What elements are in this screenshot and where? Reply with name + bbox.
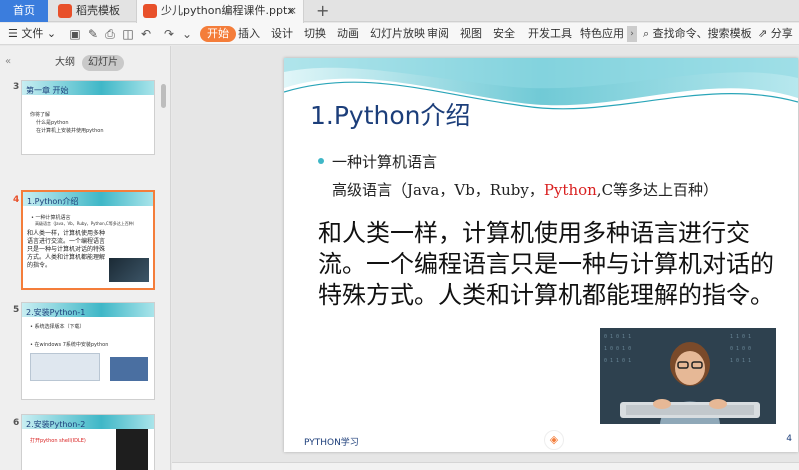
collapse-panel-icon[interactable]: «: [5, 56, 11, 67]
tab-review[interactable]: 审阅: [427, 23, 449, 45]
scrollbar-thumb[interactable]: [161, 84, 166, 108]
slide-number: 4: [13, 195, 20, 205]
tab-design[interactable]: 设计: [271, 23, 293, 45]
slide-body-text[interactable]: 和人类一样，计算机使用多种语言进行交流。一个编程语言只是一种与计算机对话的特殊方…: [318, 218, 778, 311]
tab-start[interactable]: 开始: [200, 26, 236, 42]
share-label: 分享: [770, 27, 793, 40]
tab-label: 稻壳模板: [76, 4, 120, 17]
sub-text-highlight: Python: [543, 181, 597, 199]
tab-insert[interactable]: 插入: [238, 23, 260, 45]
thumb-line: 你将了解: [30, 112, 51, 118]
tab-pptx-document[interactable]: 少儿python编程课件.pptx ×: [136, 0, 304, 23]
svg-text:1 0 0 1 0: 1 0 0 1 0: [604, 346, 631, 352]
tab-home[interactable]: 首页: [0, 0, 48, 22]
thumb-title: 第一章 开始: [26, 86, 69, 95]
ribbon-toolbar: ☰ 文件 ⌄ ▣ ✎ ⎙ ◫ ↶ ↷ ⌄ 开始 插入 设计 切换 动画 幻灯片放…: [0, 23, 799, 45]
add-tab-button[interactable]: +: [316, 0, 329, 22]
tab-developer[interactable]: 开发工具: [528, 23, 572, 45]
svg-text:0 1 0 0: 0 1 0 0: [730, 346, 751, 352]
bullet-text[interactable]: 一种计算机语言: [332, 151, 437, 172]
file-menu[interactable]: ☰ 文件 ⌄: [8, 23, 56, 45]
redo-icon[interactable]: ↷: [162, 27, 176, 41]
slide-page-number: 4: [786, 434, 792, 444]
daoke-logo-icon: [58, 4, 72, 18]
thumb-title: 2.安装Python-1: [26, 308, 86, 317]
slide-number: 3: [13, 82, 20, 92]
tab-bar: 首页 稻壳模板 少儿python编程课件.pptx × +: [0, 0, 799, 23]
print-icon[interactable]: ⎙: [103, 27, 117, 41]
thumb-line: 在计算机上安装并使用python: [36, 128, 104, 134]
tab-slideshow[interactable]: 幻灯片放映: [370, 23, 425, 45]
pptx-file-icon: [143, 4, 157, 18]
preview-icon[interactable]: ◫: [121, 27, 135, 41]
tab-label: 少儿python编程课件.pptx: [161, 4, 294, 17]
slide-number: 5: [13, 305, 20, 315]
undo-icon[interactable]: ↶: [139, 27, 153, 41]
search-label: 查找命令、搜索模板: [652, 27, 752, 40]
svg-text:1 0 1 1: 1 0 1 1: [730, 358, 751, 364]
sub-text-suffix: ,C等多达上百种）: [596, 181, 719, 199]
slide-title[interactable]: 1.Python介绍: [310, 96, 471, 132]
thumb-line: • 一种计算机语言: [31, 215, 71, 221]
format-painter-icon[interactable]: ✎: [86, 27, 100, 41]
tab-slides[interactable]: 幻灯片: [82, 55, 124, 71]
current-slide[interactable]: 1.Python介绍 一种计算机语言 高级语言（Java，Vb，Ruby，Pyt…: [284, 58, 798, 452]
svg-text:0 1 0 1 1: 0 1 0 1 1: [604, 334, 631, 340]
tab-outline[interactable]: 大纲: [55, 55, 75, 71]
svg-text:1 1 0 1: 1 1 0 1: [730, 334, 751, 340]
search-icon: ⌕: [643, 27, 650, 40]
tab-special-apps[interactable]: 特色应用: [580, 23, 624, 45]
boy-at-keyboard-photo[interactable]: 0 1 0 1 1 1 0 0 1 0 0 1 1 0 1 1 1 0 1 0 1 0…: [600, 328, 776, 424]
sub-text-prefix: 高级语言（Java，Vb，Ruby，: [332, 181, 544, 199]
thumb-line: 打开python shell(IDLE): [30, 438, 86, 444]
slide-thumbnail-6[interactable]: 2.安装Python-2 打开python shell(IDLE): [21, 414, 155, 470]
sub-text[interactable]: 高级语言（Java，Vb，Ruby，Python,C等多达上百种）: [332, 179, 718, 200]
tab-transitions[interactable]: 切换: [304, 23, 326, 45]
thumb-line: 高级语言（Java，Vb，Ruby，Python,C等多达上百种）: [35, 221, 137, 226]
thumb-line: • 在windows 7系统中安装python: [30, 342, 109, 348]
hamburger-icon: ☰: [8, 27, 18, 40]
search-commands[interactable]: ⌕ 查找命令、搜索模板: [643, 23, 752, 45]
logo-icon: ◈: [544, 430, 564, 450]
chevron-down-icon[interactable]: ⌄: [180, 27, 194, 41]
thumb-title: 1.Python介绍: [27, 197, 79, 206]
save-icon[interactable]: ▣: [68, 27, 82, 41]
slide-thumbnail-4[interactable]: 1.Python介绍 • 一种计算机语言 高级语言（Java，Vb，Ruby，P…: [21, 190, 155, 290]
slide-number: 6: [13, 418, 20, 428]
close-tab-icon[interactable]: ×: [288, 0, 297, 22]
tab-view[interactable]: 视图: [460, 23, 482, 45]
thumb-screenshot: [30, 353, 100, 381]
thumb-body: 和人类一样，计算机使用多种语言进行交流。一个编程语言只是一种与计算机对话的特殊方…: [27, 230, 106, 269]
slide-thumbnail-3[interactable]: 第一章 开始 你将了解 什么是python 在计算机上安装并使用python: [21, 80, 155, 155]
file-menu-label: 文件: [21, 27, 44, 40]
thumb-line: • 系统选择版本（下载）: [30, 324, 85, 330]
share-icon: ⇗: [758, 27, 768, 40]
thumb-screenshot: [110, 357, 148, 381]
thumb-title: 2.安装Python-2: [26, 420, 86, 429]
tab-security[interactable]: 安全: [493, 23, 515, 45]
bullet-dot: [318, 158, 324, 164]
slide-thumbnail-panel: « 大纲 幻灯片 3 第一章 开始 你将了解 什么是python 在计算机上安装…: [0, 46, 171, 470]
share-button[interactable]: ⇗ 分享: [758, 23, 793, 45]
tab-daoke-templates[interactable]: 稻壳模板: [52, 0, 136, 22]
thumb-line: 什么是python: [36, 120, 69, 126]
chevron-right-icon[interactable]: ›: [627, 26, 637, 42]
chevron-down-icon: ⌄: [46, 27, 57, 40]
slide-thumbnail-5[interactable]: 2.安装Python-1 • 系统选择版本（下载） • 在windows 7系统…: [21, 302, 155, 400]
thumb-photo: [109, 258, 149, 282]
thumb-screenshot: [116, 429, 148, 470]
status-bar: [172, 462, 799, 470]
tab-animation[interactable]: 动画: [337, 23, 359, 45]
slide-footer: PYTHON学习: [304, 438, 359, 448]
svg-text:0 1 1 0 1: 0 1 1 0 1: [604, 358, 631, 364]
